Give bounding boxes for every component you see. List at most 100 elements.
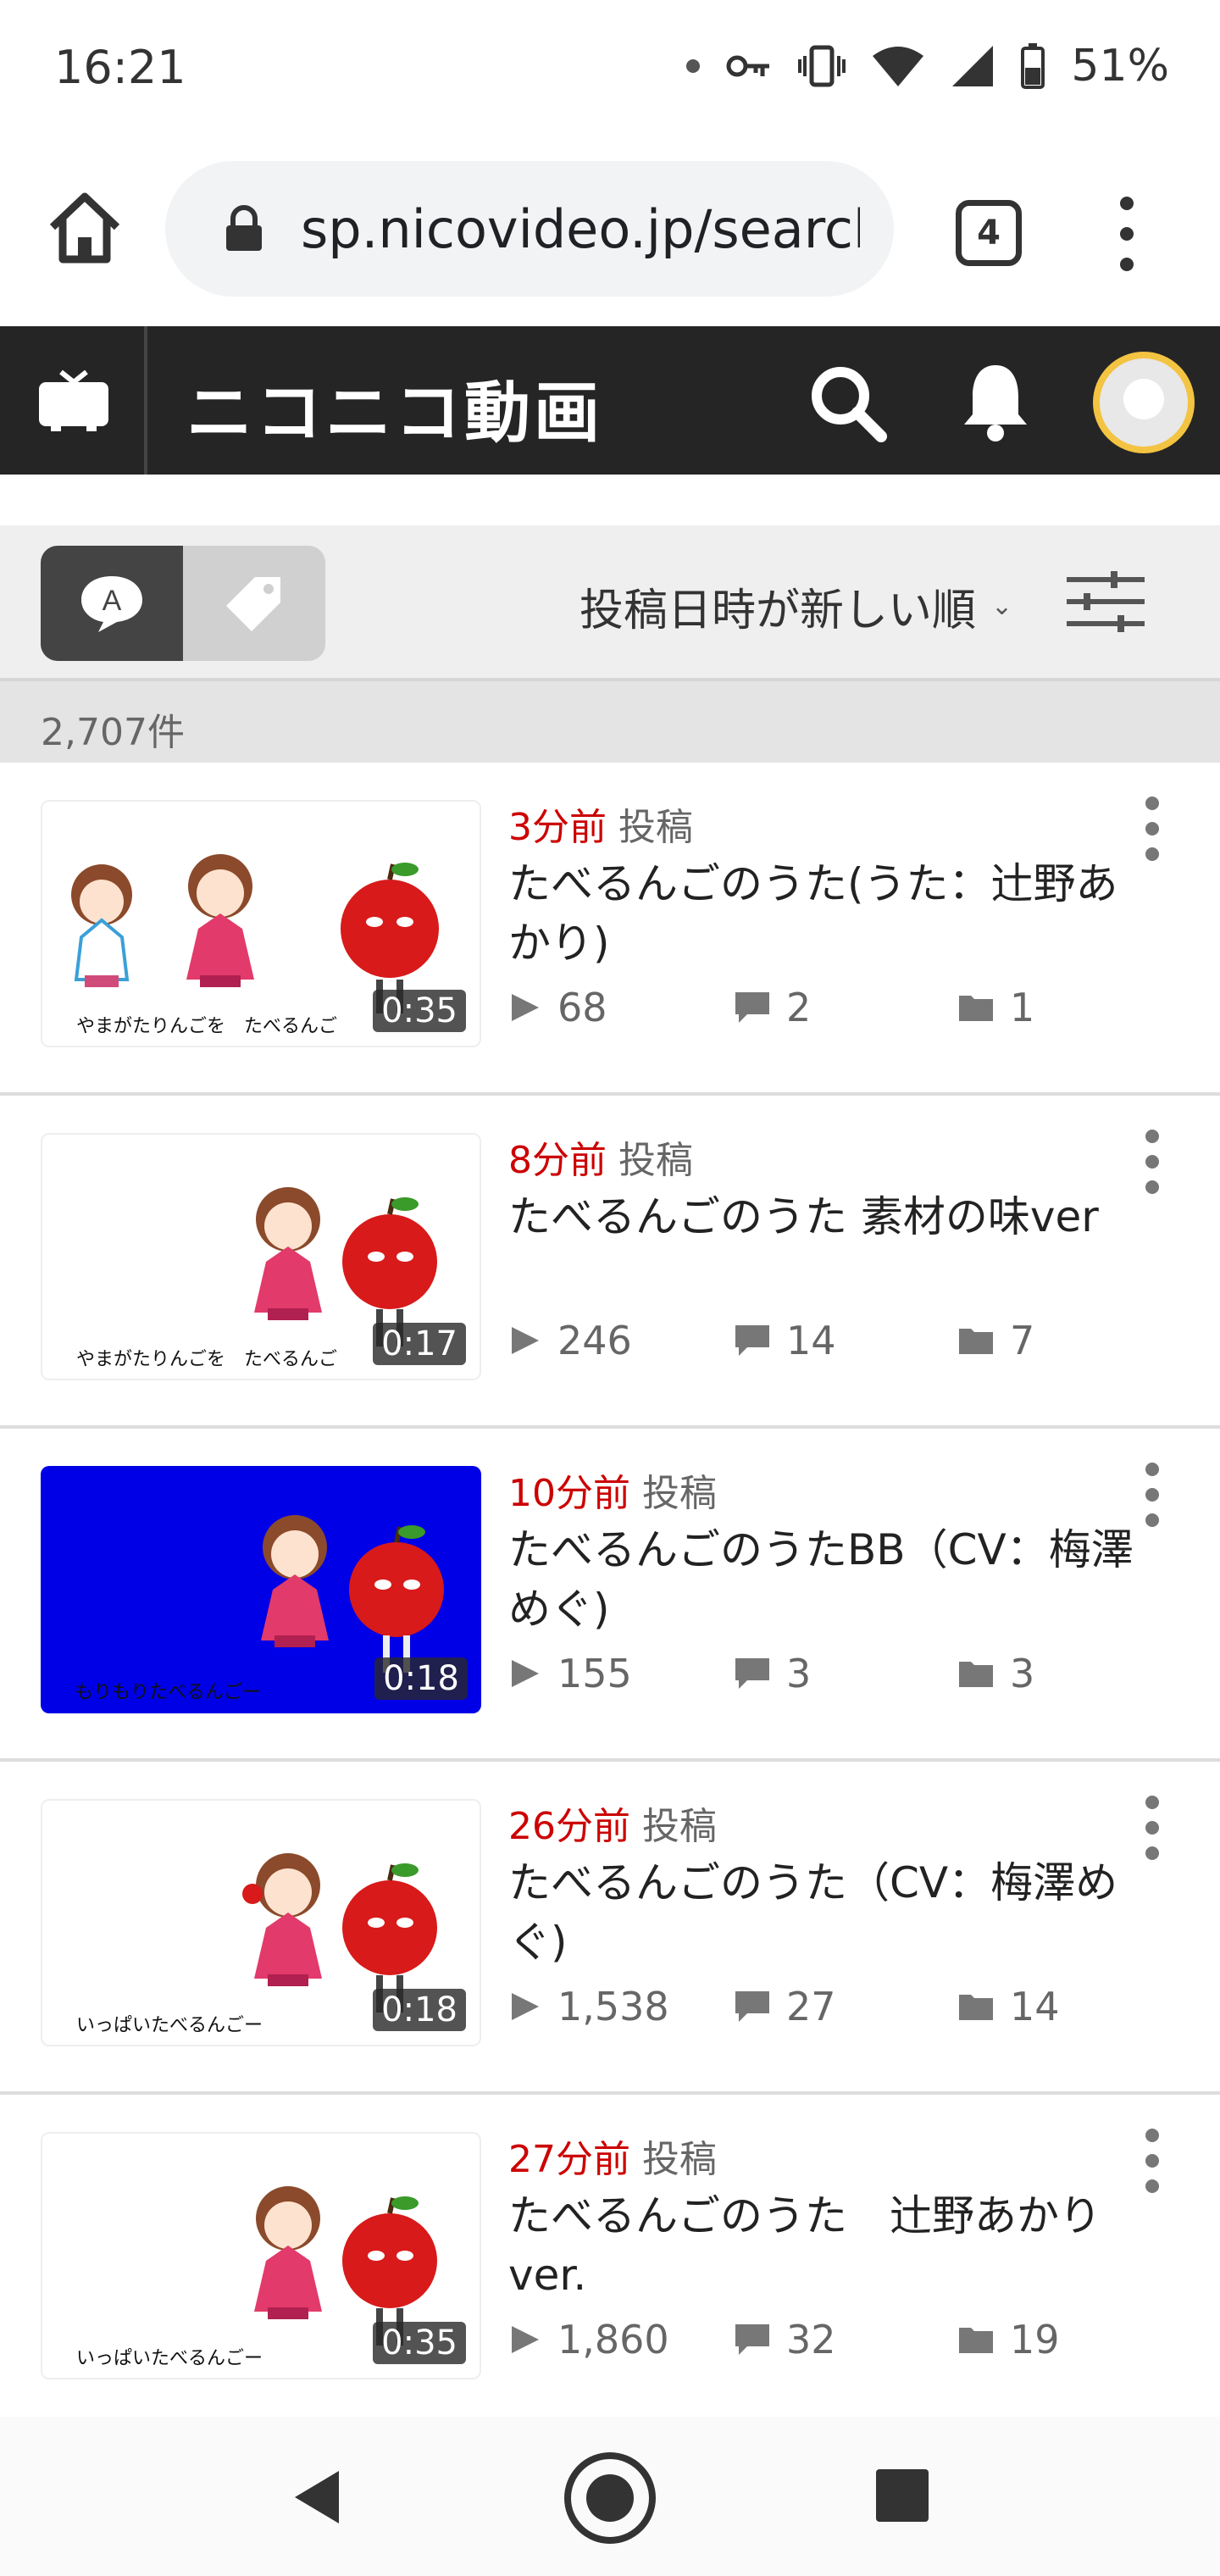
niconico-tv-logo-icon[interactable]	[37, 369, 110, 433]
browser-menu-icon[interactable]	[1101, 192, 1152, 276]
comment-count: 14	[734, 1318, 836, 1363]
dot-icon	[686, 59, 701, 73]
posted-label: 投稿	[618, 806, 693, 849]
avatar[interactable]	[1093, 352, 1195, 453]
video-result-list: やまがたりんごを たべるんご 0:35 3分前 投稿 たべるんごのうた(うた：辻野…	[0, 763, 1220, 2428]
header-divider	[144, 326, 147, 475]
video-duration: 0:17	[373, 1323, 466, 1365]
posted-time: 10分前 投稿	[508, 1463, 717, 1517]
site-title[interactable]: ニコニコ動画	[186, 360, 603, 455]
video-item[interactable]: いっぱいたべるんごー 0:18 26分前 投稿 たべるんごのうた（CV：梅澤めぐ)…	[0, 1762, 1220, 2095]
posted-ago: 8分前	[508, 1139, 607, 1182]
folder-icon	[959, 1662, 993, 1687]
comment-count: 27	[734, 1984, 836, 2029]
address-bar[interactable]: sp.nicovideo.jp/search/	[165, 161, 894, 297]
comment-icon	[735, 1991, 769, 2022]
posted-ago: 10分前	[508, 1472, 630, 1515]
video-item[interactable]: いっぱいたべるんごー 0:35 27分前 投稿 たべるんごのうた 辻野あかりver…	[0, 2095, 1220, 2428]
video-thumbnail[interactable]: やまがたりんごを たべるんご 0:17	[41, 1133, 481, 1380]
back-icon[interactable]	[288, 2468, 347, 2527]
video-title[interactable]: たべるんごのうた 辻野あかりver.	[508, 2186, 1152, 2305]
svg-text:いっぱいたべるんごー: いっぱいたべるんごー	[76, 2015, 263, 2036]
sort-label: 投稿日時が新しい順	[580, 586, 977, 636]
video-title[interactable]: たべるんごのうた(うた：辻野あかり)	[508, 854, 1152, 973]
more-options-icon[interactable]	[1135, 2129, 1169, 2193]
battery-percent: 51%	[1071, 41, 1169, 92]
video-title[interactable]: たべるんごのうたBB（CV：梅澤めぐ)	[508, 1520, 1152, 1639]
wifi-icon	[873, 47, 924, 86]
filter-settings-icon[interactable]	[1063, 568, 1148, 636]
folder-icon	[959, 996, 993, 1021]
posted-ago: 26分前	[508, 1805, 630, 1848]
bell-icon[interactable]	[957, 358, 1034, 443]
result-count: 2,707件	[41, 711, 185, 754]
lock-icon	[226, 205, 262, 251]
comment-icon	[735, 1658, 769, 1689]
home-circle-icon[interactable]	[563, 2451, 657, 2545]
comment-count: 2	[734, 985, 811, 1030]
video-title[interactable]: たべるんごのうた（CV：梅澤めぐ)	[508, 1853, 1152, 1972]
mylist-count: 19	[957, 2317, 1060, 2362]
play-icon	[512, 1993, 539, 2020]
video-item[interactable]: やまがたりんごを たべるんご 0:17 8分前 投稿 たべるんごのうた 素材の味v…	[0, 1096, 1220, 1429]
banner-remnant	[0, 475, 1220, 525]
mylist-count: 14	[957, 1984, 1060, 2029]
video-thumbnail[interactable]: いっぱいたべるんごー 0:35	[41, 2132, 481, 2379]
posted-time: 27分前 投稿	[508, 2129, 717, 2183]
search-filter-bar: A 投稿日時が新しい順 ⌄	[0, 525, 1220, 678]
play-icon	[512, 1327, 539, 1354]
video-stats: 1,538 27 14	[508, 1984, 1169, 2035]
video-title[interactable]: たべるんごのうた 素材の味ver	[508, 1187, 1152, 1246]
posted-time: 26分前 投稿	[508, 1796, 717, 1850]
svg-text:いっぱいたべるんごー: いっぱいたべるんごー	[76, 2348, 263, 2369]
search-icon[interactable]	[805, 360, 890, 445]
folder-icon	[959, 2328, 993, 2353]
more-options-icon[interactable]	[1135, 1463, 1169, 1527]
play-icon	[512, 1660, 539, 1687]
posted-time: 8分前 投稿	[508, 1130, 693, 1184]
search-mode-toggle: A	[41, 546, 325, 661]
video-stats: 155 3 3	[508, 1651, 1169, 1702]
more-options-icon[interactable]	[1135, 1796, 1169, 1860]
view-count: 155	[508, 1651, 632, 1696]
posted-label: 投稿	[642, 1472, 717, 1515]
video-thumbnail[interactable]: いっぱいたべるんごー 0:18	[41, 1799, 481, 2046]
svg-text:もりもりたべるんごー: もりもりたべるんごー	[75, 1682, 261, 1703]
home-icon[interactable]	[42, 186, 127, 271]
mylist-count: 1	[957, 985, 1034, 1030]
video-thumbnail[interactable]: やまがたりんごを たべるんご 0:35	[41, 800, 481, 1047]
comment-icon	[735, 992, 769, 1023]
more-options-icon[interactable]	[1135, 797, 1169, 861]
url-text[interactable]: sp.nicovideo.jp/search/	[301, 198, 860, 260]
svg-text:やまがたりんごを たべるんご: やまがたりんごを たべるんご	[76, 1349, 337, 1370]
signal-icon	[952, 46, 994, 86]
video-item[interactable]: やまがたりんごを たべるんご 0:35 3分前 投稿 たべるんごのうた(うた：辻野…	[0, 763, 1220, 1096]
video-duration: 0:35	[373, 2322, 466, 2364]
site-header: ニコニコ動画	[0, 326, 1220, 475]
mylist-count: 3	[957, 1651, 1034, 1696]
system-navigation-bar	[0, 2417, 1220, 2576]
posted-time: 3分前 投稿	[508, 797, 693, 851]
recent-apps-icon[interactable]	[876, 2469, 929, 2522]
vibrate-icon	[798, 45, 846, 87]
video-item[interactable]: もりもりたべるんごー 0:18 10分前 投稿 たべるんごのうたBB（CV：梅澤め…	[0, 1429, 1220, 1762]
tag-search-tab[interactable]	[183, 546, 325, 661]
video-stats: 246 14 7	[508, 1318, 1169, 1368]
posted-ago: 27分前	[508, 2138, 630, 2181]
more-options-icon[interactable]	[1135, 1130, 1169, 1194]
comment-icon	[735, 1325, 769, 1356]
view-count: 1,860	[508, 2317, 669, 2362]
folder-icon	[959, 1995, 993, 2020]
posted-label: 投稿	[642, 1805, 717, 1848]
svg-text:やまがたりんごを たべるんご: やまがたりんごを たべるんご	[76, 1016, 337, 1037]
status-time: 16:21	[54, 41, 186, 94]
result-count-bar: 2,707件	[0, 678, 1220, 763]
sort-dropdown[interactable]: 投稿日時が新しい順 ⌄	[580, 575, 1012, 638]
browser-toolbar: sp.nicovideo.jp/search/ 4	[0, 144, 1220, 322]
key-icon	[726, 55, 770, 77]
video-thumbnail[interactable]: もりもりたべるんごー 0:18	[41, 1466, 481, 1713]
tab-switcher-button[interactable]: 4	[956, 200, 1022, 266]
video-duration: 0:35	[373, 990, 466, 1032]
keyword-search-tab[interactable]: A	[41, 546, 183, 661]
keyword-bubble-icon: A	[81, 576, 142, 632]
